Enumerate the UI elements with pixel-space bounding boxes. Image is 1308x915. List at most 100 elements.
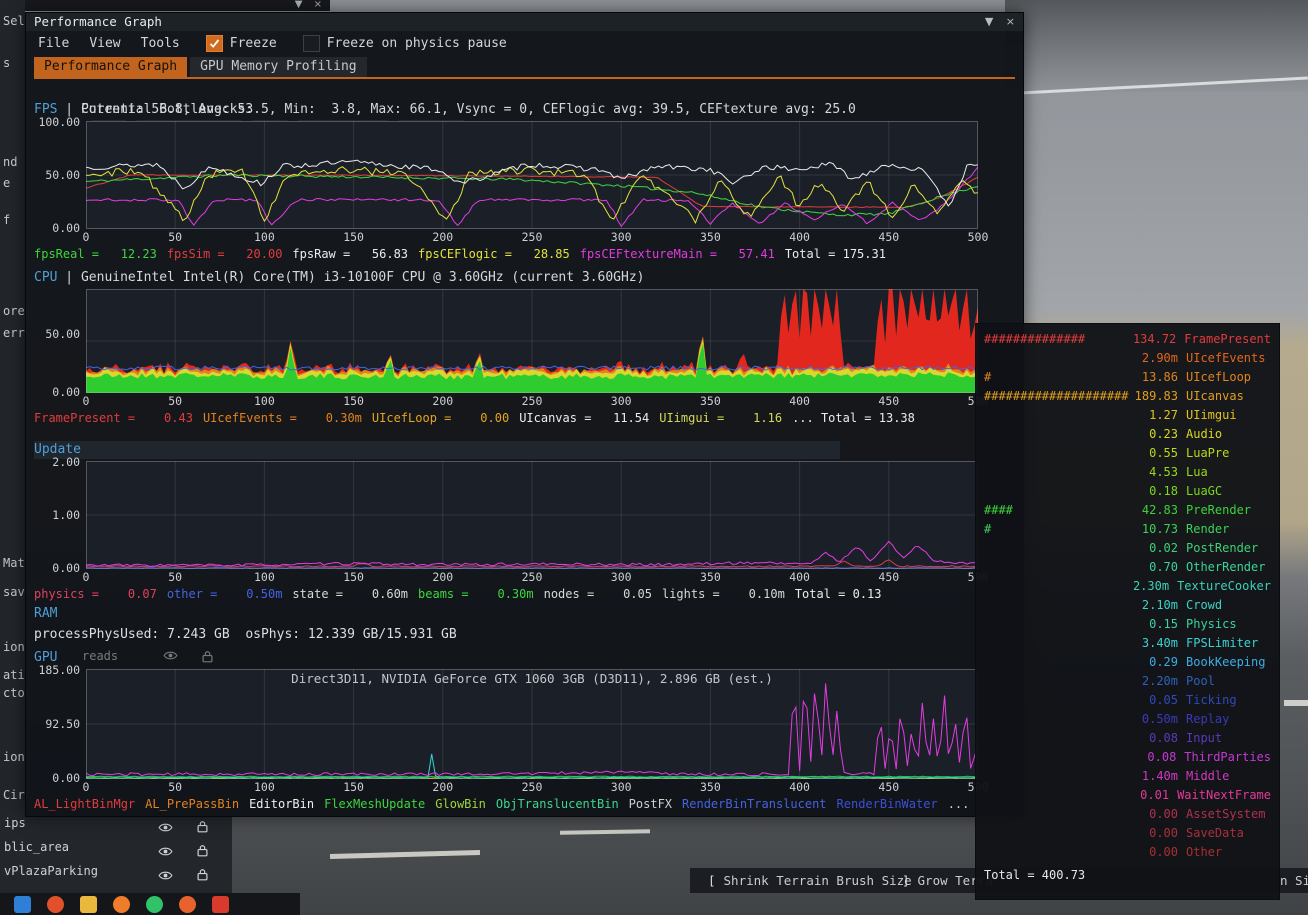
legend-item: FramePresent = 0.43 bbox=[34, 411, 193, 425]
x-axis-label: 150 bbox=[343, 780, 364, 794]
ram-stats: processPhysUsed: 7.243 GB osPhys: 12.339… bbox=[34, 627, 457, 642]
taskbar-app-4-icon[interactable] bbox=[113, 896, 130, 913]
menu-tools[interactable]: Tools bbox=[141, 36, 180, 51]
x-axis-label: 250 bbox=[521, 394, 543, 408]
scene-tree-fragment: Mat bbox=[3, 556, 25, 570]
performance-graph-window: Performance Graph ▼ × File View Tools Free… bbox=[25, 12, 1024, 817]
tooltip-row: 1.40m Middle bbox=[1141, 769, 1230, 783]
x-axis-label: 150 bbox=[343, 394, 364, 408]
collapse-icon[interactable]: ▼ bbox=[295, 0, 307, 10]
x-axis-label: 0 bbox=[82, 230, 90, 244]
taskbar-app-2-icon[interactable] bbox=[47, 896, 64, 913]
gpu-chart[interactable]: Direct3D11, NVIDIA GeForce GTX 1060 3GB … bbox=[86, 669, 978, 779]
freeze-label: Freeze bbox=[229, 35, 277, 51]
cpu-section: CPU | GenuineIntel Intel(R) Core(TM) i3-… bbox=[34, 269, 1015, 425]
menu-view[interactable]: View bbox=[89, 36, 120, 51]
x-axis-label: 50 bbox=[168, 230, 183, 244]
tooltip-row: 0.08 ThirdParties bbox=[1147, 750, 1271, 764]
x-axis-label: 450 bbox=[878, 230, 900, 244]
x-axis-label: 450 bbox=[878, 780, 900, 794]
scene-tree-row[interactable]: ips bbox=[0, 814, 232, 836]
menu-file[interactable]: File bbox=[38, 36, 69, 51]
taskbar-app-7-icon[interactable] bbox=[212, 896, 229, 913]
visibility-toggle-icon[interactable] bbox=[158, 818, 173, 837]
tab-performance-graph[interactable]: Performance Graph bbox=[34, 57, 188, 77]
scene-tree-fragment: s bbox=[3, 56, 11, 70]
tooltip-rows: ############## 134.72 FramePresent 2.90m UIc… bbox=[984, 330, 1271, 862]
window-titlebar[interactable]: Performance Graph ▼ × bbox=[26, 13, 1023, 31]
y-axis-label: 0.00 bbox=[52, 385, 80, 399]
bottlenecks-row: Potential Bottlenecks: GPUframeLimiterCP… bbox=[34, 83, 465, 135]
tooltip-row: 0.05 Ticking bbox=[1149, 693, 1237, 707]
legend-item: PostFX bbox=[628, 797, 673, 811]
cpu-chart[interactable] bbox=[86, 289, 978, 393]
tooltip-row: ############## 134.72 FramePresent bbox=[984, 332, 1271, 346]
taskbar-app-5-icon[interactable] bbox=[146, 896, 163, 913]
gpu-section: GPU 185.00 92.50 0.00 Direct3D11, NVIDIA G… bbox=[34, 649, 1015, 811]
taskbar-app-6-icon[interactable] bbox=[179, 896, 196, 913]
freeze-checkbox[interactable] bbox=[205, 34, 223, 52]
x-axis-label: 150 bbox=[343, 570, 364, 584]
scene-tree-fragment: nd bbox=[3, 155, 18, 169]
cpu-legend: FramePresent = 0.43 UIcefEvents = 0.30m UI… bbox=[34, 411, 1015, 425]
close-icon[interactable]: × bbox=[1006, 15, 1015, 28]
lock-icon[interactable] bbox=[197, 842, 208, 861]
visibility-toggle-icon[interactable] bbox=[158, 842, 173, 861]
screen: ▼ × SelesndeforeperrainMatsaveionsatioct… bbox=[0, 0, 1308, 915]
tooltip-row: #13.86 UIcefLoop bbox=[984, 370, 1252, 384]
lock-icon[interactable] bbox=[197, 866, 208, 885]
lock-icon[interactable] bbox=[202, 650, 213, 666]
visibility-toggle-icon[interactable] bbox=[163, 650, 178, 664]
hint-label: Shrink Terrain Brush Size bbox=[723, 873, 912, 888]
road-marking bbox=[329, 850, 481, 859]
taskbar-app-3-icon[interactable] bbox=[80, 896, 97, 913]
y-axis-label: 1.00 bbox=[52, 508, 80, 522]
y-axis-label: 50.00 bbox=[45, 168, 80, 182]
y-axis-label: 185.00 bbox=[38, 663, 80, 677]
legend-item: lights = 0.10m bbox=[661, 587, 785, 601]
key-icon: [ bbox=[708, 873, 716, 888]
x-axis-label: 0 bbox=[82, 570, 90, 584]
legend-item: GlowBin bbox=[435, 797, 486, 811]
update-chart[interactable] bbox=[86, 461, 978, 569]
fps-chart[interactable] bbox=[86, 121, 978, 229]
x-axis-label: 400 bbox=[789, 570, 810, 584]
collapse-icon[interactable]: ▼ bbox=[985, 15, 993, 28]
scene-tree-fragment: f bbox=[3, 213, 11, 227]
menu-items: File View Tools bbox=[38, 36, 180, 51]
legend-item: UIcanvas = 11.54 bbox=[519, 411, 650, 425]
legend-item: FlexMeshUpdate bbox=[324, 797, 426, 811]
close-icon[interactable]: × bbox=[314, 0, 326, 10]
tooltip-row: 0.00 SaveData bbox=[1149, 826, 1244, 840]
road-marking bbox=[559, 829, 651, 835]
tooltip-row: 2.10m Crowd bbox=[1141, 598, 1223, 612]
hint-label: n Size bbox=[1280, 873, 1308, 888]
scene-tree-row-label: blic_area bbox=[4, 840, 70, 854]
x-axis-label: 250 bbox=[521, 230, 543, 244]
fps-stats: | Current: 56.8, Avg: 53.5, Min: 3.8, Ma… bbox=[57, 102, 856, 117]
y-axis-label: 100.00 bbox=[38, 115, 80, 129]
legend-item: fpsRaw = 56.83 bbox=[292, 247, 409, 261]
scene-tree-ghost-row: reads bbox=[82, 649, 252, 665]
scene-tree-row-label: vPlazaParking bbox=[4, 864, 98, 878]
tooltip-row: #################### 189.83 UIcanvas bbox=[984, 389, 1244, 403]
road-marking bbox=[1284, 700, 1308, 706]
tab-gpu-memory-profiling[interactable]: GPU Memory Profiling bbox=[190, 57, 367, 77]
tooltip-row: 3.40m FPSLimiter bbox=[1141, 636, 1259, 650]
x-axis-label: 450 bbox=[878, 570, 900, 584]
y-axis-label: 0.00 bbox=[52, 771, 80, 785]
scene-tree-row[interactable]: blic_area bbox=[0, 838, 232, 860]
x-axis-label: 300 bbox=[610, 230, 632, 244]
x-axis-label: 150 bbox=[343, 230, 364, 244]
freeze-on-physics-checkbox[interactable] bbox=[302, 34, 320, 52]
legend-item: RenderBinWater bbox=[836, 797, 938, 811]
taskbar-app-1-icon[interactable] bbox=[14, 896, 31, 913]
x-axis-label: 100 bbox=[254, 780, 275, 794]
scene-tree-row[interactable]: vPlazaParking bbox=[0, 862, 232, 884]
x-axis-label: 50 bbox=[168, 780, 183, 794]
visibility-toggle-icon[interactable] bbox=[158, 866, 173, 885]
legend-item: other = 0.50m bbox=[166, 587, 283, 601]
tooltip-row: 0.29 BookKeeping bbox=[1149, 655, 1266, 669]
lock-icon[interactable] bbox=[197, 818, 208, 837]
legend-item: ObjTranslucentBin bbox=[495, 797, 619, 811]
